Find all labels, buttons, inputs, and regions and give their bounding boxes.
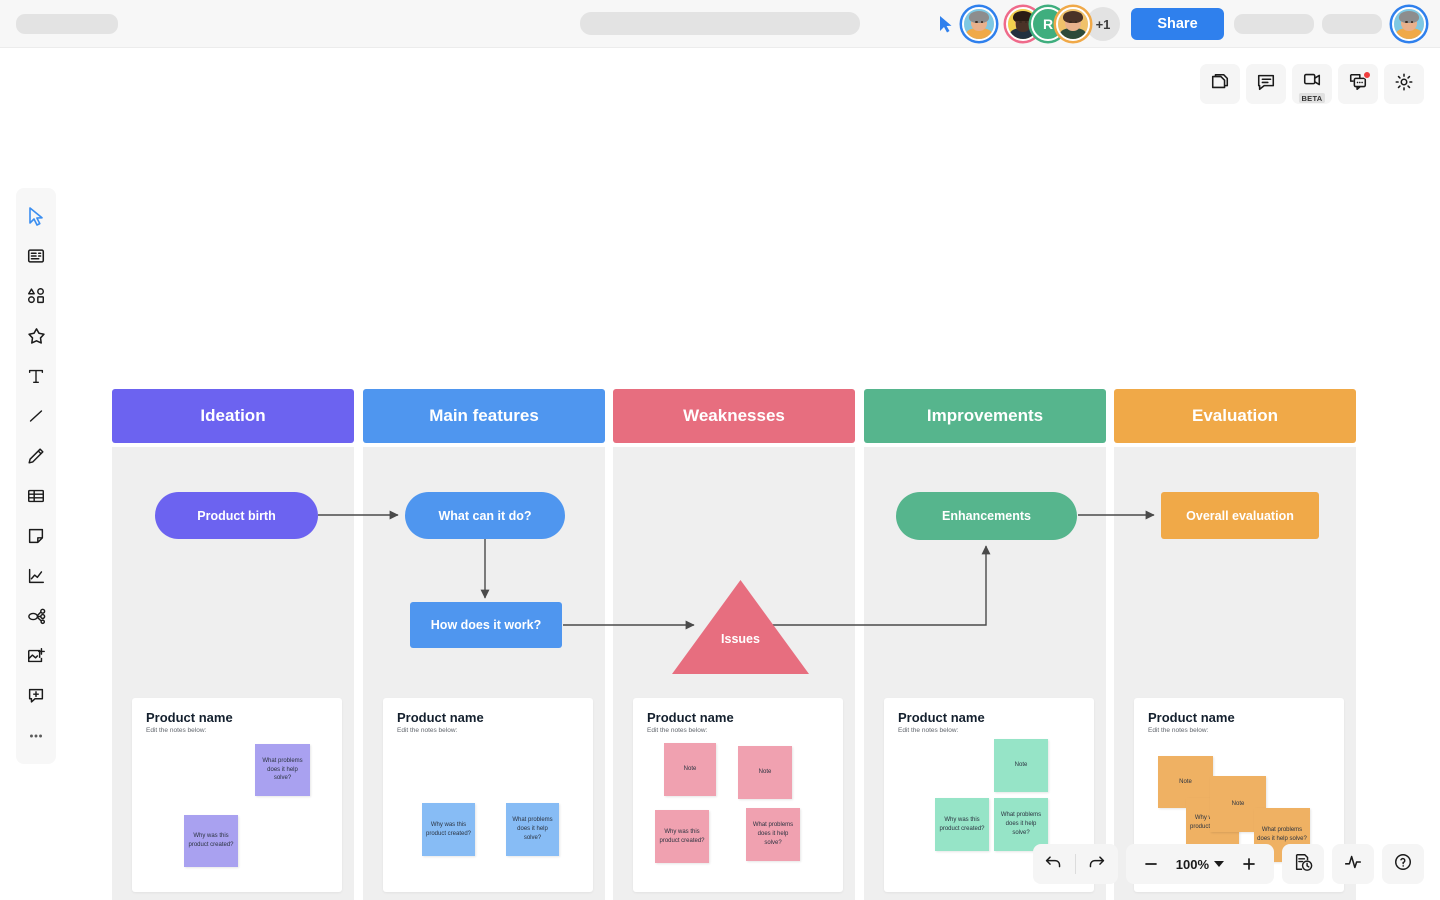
- sticky-note[interactable]: Note: [738, 746, 792, 799]
- sticky-note[interactable]: Note: [994, 739, 1048, 792]
- version-history-group: [1282, 844, 1324, 884]
- version-history-button[interactable]: [1282, 844, 1324, 884]
- help-icon: [1393, 852, 1413, 877]
- column-weaknesses: Weaknesses Product name Edit the notes b…: [613, 389, 855, 900]
- shape-what-can-it-do[interactable]: What can it do?: [405, 492, 565, 539]
- shape-overall-evaluation[interactable]: Overall evaluation: [1161, 492, 1319, 539]
- zoom-level-label: 100%: [1175, 856, 1209, 872]
- column-evaluation: Evaluation Product name Edit the notes b…: [1114, 389, 1356, 900]
- sticky-note[interactable]: What problems does it help solve?: [255, 744, 310, 796]
- zoom-in-button[interactable]: [1228, 844, 1270, 884]
- minus-icon: [1144, 863, 1157, 865]
- card-subtitle: Edit the notes below:: [1148, 727, 1209, 734]
- shape-enhancements[interactable]: Enhancements: [896, 492, 1077, 540]
- activity-group: [1332, 844, 1374, 884]
- sticky-note[interactable]: Note: [664, 743, 716, 796]
- shape-issues-label: Issues: [721, 632, 760, 646]
- triangle-icon: [672, 580, 809, 674]
- card-weaknesses[interactable]: Product name Edit the notes below: Note …: [633, 698, 843, 892]
- undo-redo-group: [1032, 844, 1118, 884]
- activity-button[interactable]: [1332, 844, 1374, 884]
- help-button[interactable]: [1382, 844, 1424, 884]
- column-header-improvements: Improvements: [864, 389, 1106, 443]
- card-ideation[interactable]: Product name Edit the notes below: What …: [132, 698, 342, 892]
- zoom-group: 100%: [1125, 844, 1274, 884]
- sticky-note[interactable]: Why was this product created?: [655, 810, 709, 863]
- card-subtitle: Edit the notes below:: [647, 727, 708, 734]
- card-subtitle: Edit the notes below:: [397, 727, 458, 734]
- card-title: Product name: [1148, 710, 1235, 725]
- column-ideation: Ideation Product name Edit the notes bel…: [112, 389, 354, 900]
- undo-icon: [1044, 852, 1063, 876]
- card-main-features[interactable]: Product name Edit the notes below: Why w…: [383, 698, 593, 892]
- column-main-features: Main features Product name Edit the note…: [363, 389, 605, 900]
- column-improvements: Improvements Product name Edit the notes…: [864, 389, 1106, 900]
- redo-button[interactable]: [1076, 844, 1118, 884]
- sticky-note[interactable]: What problems does it help solve?: [746, 808, 800, 861]
- card-title: Product name: [898, 710, 985, 725]
- activity-icon: [1343, 852, 1363, 877]
- zoom-out-button[interactable]: [1130, 844, 1172, 884]
- column-header-main-features: Main features: [363, 389, 605, 443]
- bottom-toolbar: 100%: [1032, 844, 1424, 884]
- shape-product-birth[interactable]: Product birth: [155, 492, 318, 539]
- card-title: Product name: [647, 710, 734, 725]
- version-history-icon: [1293, 852, 1313, 877]
- undo-button[interactable]: [1033, 844, 1075, 884]
- chevron-down-icon: [1214, 860, 1224, 867]
- redo-icon: [1087, 852, 1106, 876]
- shape-issues[interactable]: Issues: [672, 580, 809, 674]
- column-header-ideation: Ideation: [112, 389, 354, 443]
- whiteboard-canvas[interactable]: Ideation Product name Edit the notes bel…: [0, 0, 1440, 900]
- shape-how-does-it-work[interactable]: How does it work?: [410, 602, 562, 648]
- sticky-note[interactable]: What problems does it help solve?: [506, 803, 559, 856]
- card-subtitle: Edit the notes below:: [146, 727, 207, 734]
- sticky-note[interactable]: Why was this product created?: [935, 798, 989, 851]
- card-title: Product name: [397, 710, 484, 725]
- sticky-note[interactable]: Why was this product created?: [184, 815, 238, 867]
- column-header-evaluation: Evaluation: [1114, 389, 1356, 443]
- column-header-weaknesses: Weaknesses: [613, 389, 855, 443]
- card-title: Product name: [146, 710, 233, 725]
- help-group: [1382, 844, 1424, 884]
- plus-icon: [1243, 858, 1255, 870]
- zoom-level-selector[interactable]: 100%: [1172, 857, 1228, 872]
- card-subtitle: Edit the notes below:: [898, 727, 959, 734]
- sticky-note[interactable]: Why was this product created?: [422, 803, 475, 856]
